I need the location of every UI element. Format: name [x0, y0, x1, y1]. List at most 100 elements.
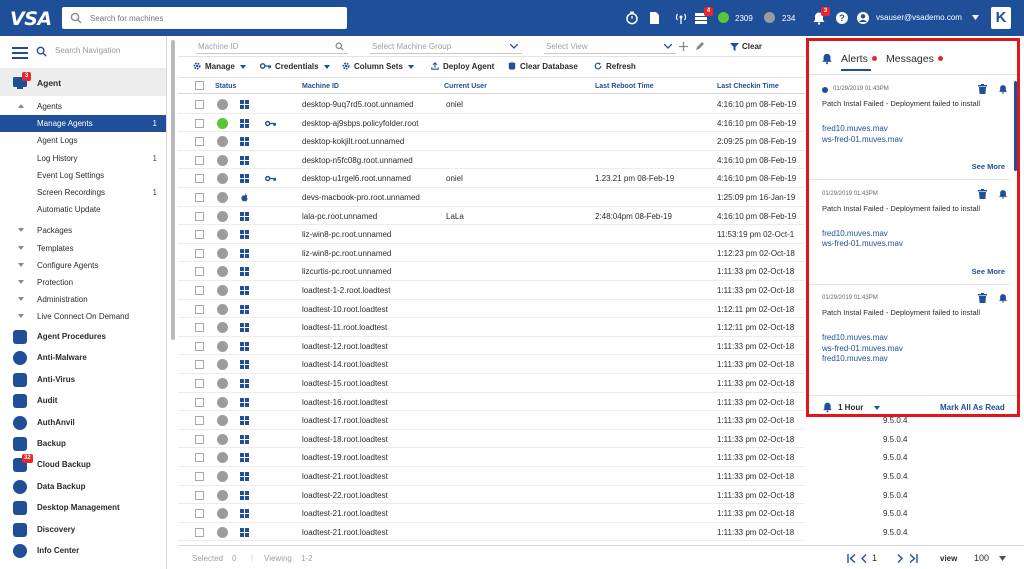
table-row[interactable]: loadtest-18.root.loadtest 1:11:33 pm 02-O…: [178, 430, 805, 449]
alert-machine-link[interactable]: fred10.muves.mav: [822, 124, 888, 133]
nav-module-info-center[interactable]: Info Center: [0, 540, 166, 561]
nav-module-desktop-management[interactable]: Desktop Management: [0, 497, 166, 518]
row-checkbox[interactable]: [195, 397, 204, 407]
status-offline-icon[interactable]: [217, 247, 228, 259]
alert-machine-link[interactable]: ws-fred-01.muves.mav: [822, 365, 903, 366]
machine-id-cell[interactable]: loadtest-22.root.loadtest: [302, 491, 388, 500]
status-offline-icon[interactable]: [217, 303, 228, 315]
credential-key-icon[interactable]: [265, 120, 277, 129]
column-sets-button[interactable]: Column Sets: [342, 62, 415, 71]
row-checkbox[interactable]: [195, 118, 204, 128]
machine-group-select[interactable]: Select Machine Group: [370, 39, 522, 54]
status-offline-icon[interactable]: [217, 322, 228, 334]
row-checkbox[interactable]: [195, 286, 204, 295]
status-offline-icon[interactable]: [217, 136, 228, 148]
page-size-select[interactable]: 100: [974, 553, 989, 563]
nav-module-discovery[interactable]: Discovery: [0, 519, 166, 540]
filter-search-icon[interactable]: [335, 42, 344, 51]
machine-id-cell[interactable]: loadtest-19.root.loadtest: [302, 453, 388, 462]
machine-id-cell[interactable]: loadtest-11.root.loadtest: [302, 323, 387, 332]
table-row[interactable]: desktop-n5fc08g.root.unnamed 4:16:10 pm 0…: [178, 151, 805, 170]
machine-id-cell[interactable]: loadtest-15.root.loadtest: [302, 379, 388, 388]
status-offline-icon[interactable]: [217, 452, 228, 464]
chevron-down-icon[interactable]: [874, 406, 880, 410]
nav-module-audit[interactable]: Audit: [0, 390, 166, 411]
select-all-checkbox[interactable]: [195, 81, 204, 90]
user-menu-chevron-icon[interactable]: [972, 15, 979, 20]
online-count[interactable]: 2309: [735, 14, 753, 23]
machine-id-cell[interactable]: lala-pc.root.unnamed: [302, 212, 377, 221]
offline-count[interactable]: 234: [782, 14, 795, 23]
machine-id-cell[interactable]: devs-macbook-pro.root.unnamed: [302, 193, 420, 202]
snooze-alert-icon[interactable]: [998, 293, 1008, 305]
table-row[interactable]: desktop-9uq7rd5.root.unnamed oniel 4:16:10…: [178, 95, 805, 114]
add-view-icon[interactable]: [679, 42, 688, 51]
row-checkbox[interactable]: [195, 137, 204, 147]
nav-item-log-history[interactable]: Log History 1: [0, 150, 166, 167]
nav-search-input[interactable]: Search Navigation: [55, 46, 120, 55]
machine-id-cell[interactable]: loadtest-21.root.loadtest: [302, 472, 388, 481]
table-row[interactable]: loadtest-16.root.loadtest 1:11:33 pm 02-O…: [178, 393, 805, 412]
status-offline-icon[interactable]: [217, 173, 228, 185]
trash-icon[interactable]: [978, 188, 987, 201]
clear-filter-button[interactable]: Clear: [742, 42, 762, 51]
row-checkbox[interactable]: [195, 174, 204, 184]
next-page-icon[interactable]: [897, 554, 903, 563]
see-more-link[interactable]: See More: [972, 267, 1005, 276]
status-online-icon[interactable]: [217, 117, 228, 129]
machine-id-filter[interactable]: Machine ID: [196, 39, 348, 54]
tab-messages[interactable]: Messages: [886, 53, 944, 65]
row-checkbox[interactable]: [195, 509, 204, 519]
status-offline-icon[interactable]: [217, 340, 228, 352]
machine-id-cell[interactable]: loadtest-12.root.loadtest: [302, 342, 388, 351]
nav-search-icon[interactable]: [36, 46, 47, 57]
machine-id-cell[interactable]: loadtest-21.root.loadtest: [302, 528, 388, 537]
table-row[interactable]: desktop-kokjilt.root.unnamed 2:09:25 pm 0…: [178, 132, 805, 151]
nav-item-administration[interactable]: Administration: [0, 291, 166, 308]
table-row[interactable]: loadtest-22.root.loadtest 1:11:33 pm 02-O…: [178, 486, 805, 505]
machine-id-cell[interactable]: desktop-aj9sbps.policyfolder.root: [302, 119, 419, 128]
status-offline-icon[interactable]: [217, 433, 228, 445]
table-row[interactable]: loadtest-15.root.loadtest 1:11:33 pm 02-O…: [178, 374, 805, 393]
current-page[interactable]: 1: [872, 553, 877, 563]
table-row[interactable]: loadtest-10.root.loadtest 1:12:11 pm 02-O…: [178, 300, 805, 319]
nav-module-agent[interactable]: 3 Agent: [0, 68, 166, 96]
column-header-machine-id[interactable]: Machine ID: [302, 83, 339, 90]
row-checkbox[interactable]: [195, 490, 204, 500]
status-offline-icon[interactable]: [217, 285, 228, 296]
row-checkbox[interactable]: [195, 453, 204, 463]
user-avatar-icon[interactable]: [856, 11, 870, 25]
table-row[interactable]: devs-macbook-pro.root.unnamed 1:25:09 pm …: [178, 188, 805, 207]
row-checkbox[interactable]: [195, 211, 204, 221]
alert-machine-link[interactable]: fred10.muves.mav: [822, 333, 888, 342]
machine-search-input[interactable]: [90, 10, 340, 26]
row-checkbox[interactable]: [195, 155, 204, 165]
row-checkbox[interactable]: [195, 267, 204, 277]
vsa-logo[interactable]: VSA: [10, 8, 52, 30]
status-offline-icon[interactable]: [217, 359, 228, 371]
nav-item-protection[interactable]: Protection: [0, 274, 166, 291]
status-offline-icon[interactable]: [217, 415, 228, 427]
trash-icon[interactable]: [978, 293, 987, 305]
last-page-icon[interactable]: [908, 554, 918, 563]
machine-id-cell[interactable]: loadtest-21.root.loadtest: [302, 509, 388, 518]
table-row[interactable]: loadtest-12.root.loadtest 1:11:33 pm 02-O…: [178, 337, 805, 356]
nav-item-manage-agents[interactable]: Manage Agents 1: [0, 115, 166, 133]
credential-key-icon[interactable]: [265, 175, 277, 184]
row-checkbox[interactable]: [195, 248, 204, 258]
status-offline-icon[interactable]: [217, 378, 228, 389]
deploy-agent-button[interactable]: Deploy Agent: [431, 62, 494, 71]
machine-id-cell[interactable]: liz-win8-pc.root.unnamed: [302, 230, 391, 239]
view-select[interactable]: Select View: [544, 39, 676, 54]
machine-search-box[interactable]: [62, 7, 347, 29]
alert-card[interactable]: 01/29/2019 01:43PM Patch Instal Failed - …: [809, 285, 1009, 365]
row-checkbox[interactable]: [195, 434, 204, 444]
table-row[interactable]: loadtest-1-2.root.loadtest 1:11:33 pm 02-…: [178, 281, 805, 300]
see-more-link[interactable]: See More: [972, 162, 1005, 171]
machine-id-cell[interactable]: loadtest-1-2.root.loadtest: [302, 286, 391, 295]
status-offline-icon[interactable]: [217, 229, 228, 241]
nav-item-screen-recordings[interactable]: Screen Recordings 1: [0, 184, 166, 201]
table-row[interactable]: lizcurtis-pc.root.unnamed 1:11:33 pm 02-O…: [178, 262, 805, 281]
nav-scrollbar[interactable]: [171, 40, 175, 340]
table-row[interactable]: liz-win8-pc.root.unnamed 1:12:23 pm 02-Oc…: [178, 244, 805, 263]
